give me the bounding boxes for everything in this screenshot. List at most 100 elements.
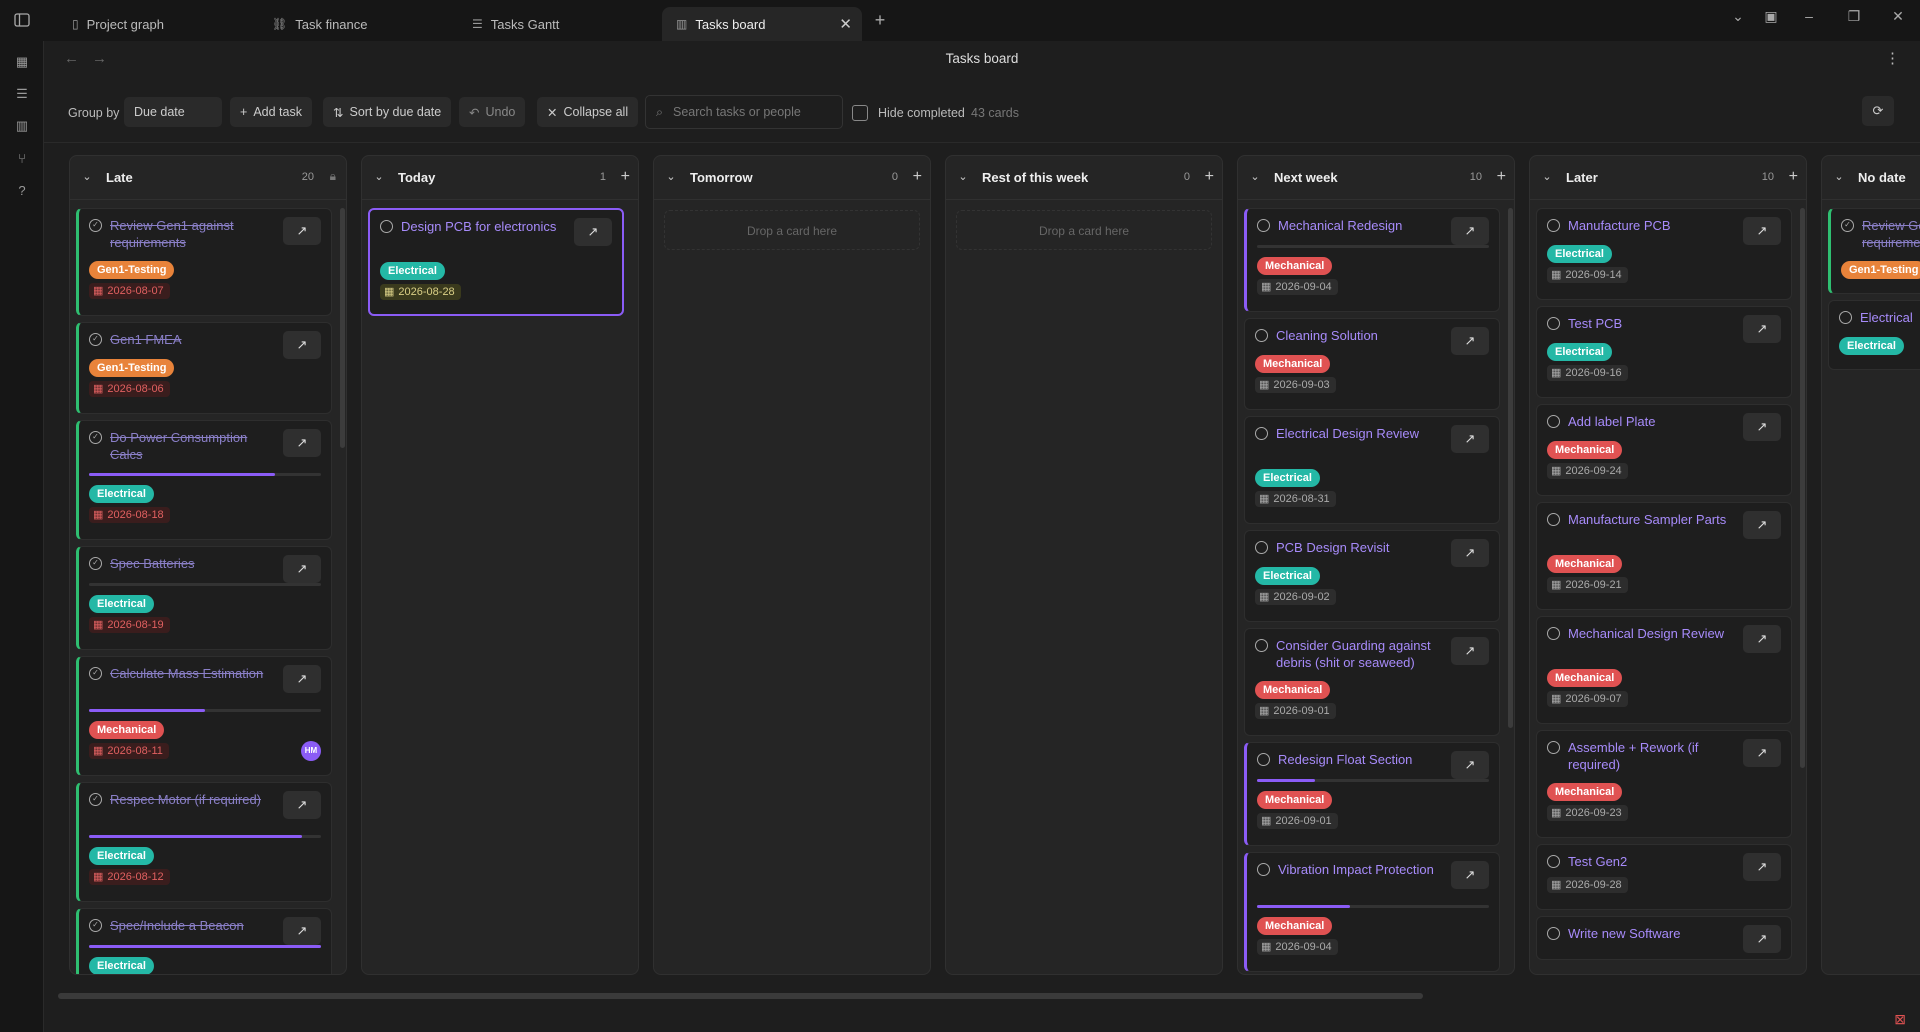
check-circle-icon[interactable]: ✓ — [89, 557, 102, 570]
card-title[interactable]: Spec Batteries — [110, 555, 270, 572]
task-card[interactable]: Electrical Design Review ↗ Electrical ▦ 2026… — [1244, 416, 1500, 524]
due-date[interactable]: ▦ 2026-08-28 — [380, 284, 461, 300]
tag-badge[interactable]: Mechanical — [89, 721, 165, 739]
card-title[interactable]: Assemble + Rework (if required) — [1568, 739, 1728, 773]
due-date[interactable]: ▦ 2026-08-07 — [89, 283, 170, 299]
task-card[interactable]: ✓Review Gen1 against requirements↗Gen1-T… — [76, 208, 332, 316]
vertical-scrollbar[interactable] — [1508, 208, 1513, 728]
layout-icon[interactable]: ▣ — [1757, 8, 1785, 25]
chevron-down-icon[interactable]: ⌄ — [1724, 8, 1752, 25]
task-card[interactable]: Add label Plate ↗ Mechanical ▦ 2026-09-24 — [1536, 404, 1792, 496]
tag-badge[interactable]: Electrical — [380, 262, 445, 280]
circle-icon[interactable] — [1547, 317, 1560, 330]
sync-off-icon[interactable]: ⊠ — [1894, 1011, 1906, 1028]
open-arrow-icon[interactable]: ↗ — [1451, 539, 1489, 567]
circle-icon[interactable] — [1839, 311, 1852, 324]
open-arrow-icon[interactable]: ↗ — [1451, 327, 1489, 355]
close-tab-icon[interactable]: ✕ — [839, 15, 852, 33]
task-card[interactable]: ✓Review Gen1 against requirements↗Gen1-T… — [1828, 208, 1920, 294]
check-circle-icon[interactable]: ✓ — [89, 667, 102, 680]
help-icon[interactable]: ? — [8, 177, 36, 203]
sort-button[interactable]: ⇅ Sort by due date — [323, 97, 452, 127]
circle-icon[interactable] — [1547, 855, 1560, 868]
task-card[interactable]: Write new Software ↗ — [1536, 916, 1792, 960]
tag-badge[interactable]: Electrical — [1547, 245, 1612, 263]
due-date[interactable]: ▦ 2026-09-24 — [1547, 463, 1628, 479]
due-date[interactable]: ▦ 2026-08-31 — [1255, 491, 1336, 507]
circle-icon[interactable] — [1255, 639, 1268, 652]
open-arrow-icon[interactable]: ↗ — [1743, 925, 1781, 953]
open-arrow-icon[interactable]: ↗ — [283, 217, 321, 245]
open-arrow-icon[interactable]: ↗ — [1743, 739, 1781, 767]
card-title[interactable]: Mechanical Redesign — [1278, 217, 1438, 234]
open-arrow-icon[interactable]: ↗ — [574, 218, 612, 246]
tag-badge[interactable]: Mechanical — [1547, 555, 1623, 573]
task-card[interactable]: Cleaning Solution ↗ Mechanical ▦ 2026-09-03 — [1244, 318, 1500, 410]
card-title[interactable]: Mechanical Design Review — [1568, 625, 1728, 642]
minimize-icon[interactable]: – — [1795, 8, 1823, 24]
tag-badge[interactable]: Gen1-Testing — [1841, 261, 1920, 279]
due-date[interactable]: ▦ 2026-09-04 — [1257, 279, 1338, 295]
hide-completed-checkbox[interactable] — [852, 105, 868, 121]
card-title[interactable]: Redesign Float Section — [1278, 751, 1438, 768]
close-window-icon[interactable]: ✕ — [1884, 8, 1912, 25]
task-card[interactable]: Manufacture Sampler Parts ↗ Mechanical ▦ 202… — [1536, 502, 1792, 610]
tag-badge[interactable]: Electrical — [1547, 343, 1612, 361]
chevron-down-icon[interactable]: ⌄ — [370, 168, 388, 186]
open-arrow-icon[interactable]: ↗ — [1451, 861, 1489, 889]
open-arrow-icon[interactable]: ↗ — [1743, 315, 1781, 343]
chevron-down-icon[interactable]: ⌄ — [1538, 168, 1556, 186]
undo-button[interactable]: ↶ Undo — [459, 97, 526, 127]
card-title[interactable]: PCB Design Revisit — [1276, 539, 1436, 556]
task-card[interactable]: Mechanical Design Review ↗ Mechanical ▦ 2026… — [1536, 616, 1792, 724]
card-title[interactable]: Electrical — [1860, 309, 1920, 326]
open-arrow-icon[interactable]: ↗ — [1743, 217, 1781, 245]
tag-badge[interactable]: Mechanical — [1255, 355, 1331, 373]
circle-icon[interactable] — [1257, 219, 1270, 232]
card-title[interactable]: Manufacture PCB — [1568, 217, 1728, 234]
due-date[interactable]: ▦ 2026-09-03 — [1255, 377, 1336, 393]
task-card[interactable]: Assemble + Rework (if required) ↗ Mechanic… — [1536, 730, 1792, 838]
task-card[interactable]: Redesign Float Section ↗ Mechanical ▦ 2026-0… — [1244, 742, 1500, 846]
tag-badge[interactable]: Electrical — [1839, 337, 1904, 355]
check-circle-icon[interactable]: ✓ — [89, 793, 102, 806]
due-date[interactable]: ▦ 2026-09-16 — [1547, 365, 1628, 381]
new-tab-icon[interactable]: + — [866, 8, 894, 32]
tag-badge[interactable]: Electrical — [89, 485, 154, 503]
card-title[interactable]: Review Gen1 against requirements — [110, 217, 270, 251]
circle-icon[interactable] — [1547, 927, 1560, 940]
tag-badge[interactable]: Electrical — [89, 847, 154, 865]
card-title[interactable]: Manufacture Sampler Parts — [1568, 511, 1728, 528]
refresh-button[interactable]: ⟳ — [1862, 96, 1894, 126]
chevron-down-icon[interactable]: ⌄ — [78, 168, 96, 186]
circle-icon[interactable] — [1547, 219, 1560, 232]
add-card-icon[interactable]: + — [1497, 168, 1506, 186]
due-date[interactable]: ▦ 2026-09-04 — [1257, 939, 1338, 955]
restore-icon[interactable]: ❐ — [1840, 8, 1868, 25]
open-arrow-icon[interactable]: ↗ — [1451, 425, 1489, 453]
open-arrow-icon[interactable]: ↗ — [1743, 853, 1781, 881]
circle-icon[interactable] — [1255, 329, 1268, 342]
due-date[interactable]: ▦ 2026-09-23 — [1547, 805, 1628, 821]
tag-badge[interactable]: Electrical — [89, 957, 154, 974]
group-by-select[interactable]: Due date — [124, 97, 222, 127]
add-card-icon[interactable]: + — [1789, 168, 1798, 186]
due-date[interactable]: ▦ 2026-09-14 — [1547, 267, 1628, 283]
tab-project-graph[interactable]: ▯ Project graph — [58, 7, 258, 41]
chevron-down-icon[interactable]: ⌄ — [1830, 168, 1848, 186]
open-arrow-icon[interactable]: ↗ — [283, 665, 321, 693]
tag-badge[interactable]: Electrical — [1255, 469, 1320, 487]
tag-badge[interactable]: Mechanical — [1257, 917, 1333, 935]
card-title[interactable]: Consider Guarding against debris (shit o… — [1276, 637, 1436, 671]
tag-badge[interactable]: Mechanical — [1547, 783, 1623, 801]
circle-icon[interactable] — [1547, 415, 1560, 428]
tag-badge[interactable]: Gen1-Testing — [89, 359, 175, 377]
open-arrow-icon[interactable]: ↗ — [1743, 625, 1781, 653]
open-arrow-icon[interactable]: ↗ — [283, 917, 321, 945]
task-card[interactable]: Vibration Impact Protection ↗ Mechanical ▦ 2… — [1244, 852, 1500, 972]
tag-badge[interactable]: Gen1-Testing — [89, 261, 175, 279]
tag-badge[interactable]: Mechanical — [1257, 257, 1333, 275]
card-title[interactable]: Spec/Include a Beacon — [110, 917, 270, 934]
card-title[interactable]: Test Gen2 — [1568, 853, 1728, 870]
due-date[interactable]: ▦ 2026-09-21 — [1547, 577, 1628, 593]
